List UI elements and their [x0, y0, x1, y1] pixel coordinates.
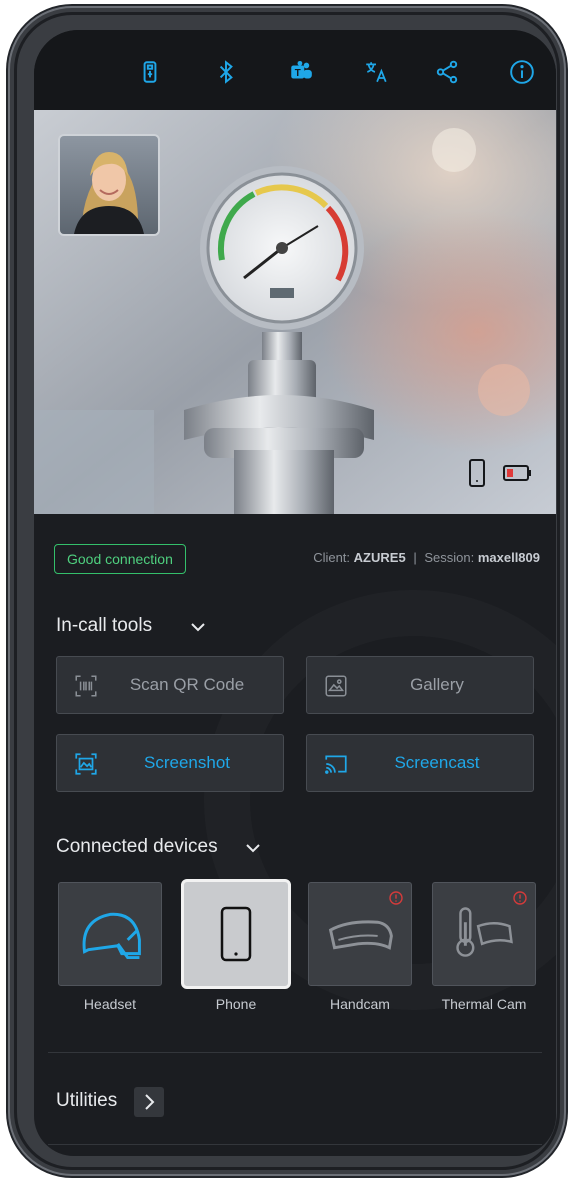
connected-devices-title: Connected devices — [56, 836, 218, 857]
screencast-label: Screencast — [394, 753, 480, 772]
screencast-icon — [325, 755, 347, 774]
scan-qr-code-label: Scan QR Code — [129, 675, 245, 694]
section-divider — [48, 1052, 542, 1053]
client-label: Client: — [313, 550, 351, 565]
device-phone[interactable] — [181, 879, 291, 989]
utilities-expand-button[interactable] — [134, 1087, 164, 1117]
chevron-down-icon[interactable] — [189, 618, 207, 636]
chevron-down-icon[interactable] — [244, 839, 262, 857]
usb-icon[interactable] — [136, 58, 164, 86]
screenshot-icon — [75, 753, 97, 775]
utilities-title[interactable]: Utilities — [56, 1090, 117, 1112]
session-label: Session: — [424, 550, 475, 565]
session-value: maxell809 — [477, 550, 540, 565]
device-thermal-cam[interactable] — [432, 882, 536, 986]
device-handcam[interactable] — [308, 882, 412, 986]
app-screen: T Good connection Client: AZURE5 | Sessi… — [34, 30, 556, 1156]
svg-text:T: T — [295, 68, 301, 79]
scan-qr-code-button[interactable]: Scan QR Code — [56, 656, 284, 714]
teams-icon[interactable]: T — [287, 58, 315, 86]
share-icon[interactable] — [433, 58, 461, 86]
alert-icon — [389, 891, 403, 905]
device-handcam-label: Handcam — [330, 996, 390, 1012]
device-thermal-cam-label: Thermal Cam — [441, 996, 527, 1012]
gallery-label: Gallery — [410, 675, 464, 694]
gallery-button[interactable]: Gallery — [306, 656, 534, 714]
top-toolbar: T — [34, 30, 556, 110]
client-value: AZURE5 — [353, 550, 406, 565]
screenshot-label: Screenshot — [144, 753, 230, 772]
connection-status-badge: Good connection — [54, 544, 186, 574]
session-separator: | — [413, 550, 417, 565]
alert-icon — [513, 891, 527, 905]
caller-avatar — [60, 136, 158, 234]
phone-icon — [220, 906, 252, 962]
section-divider — [48, 1144, 542, 1145]
bluetooth-icon[interactable] — [212, 58, 240, 86]
device-headset[interactable] — [58, 882, 162, 986]
chevron-right-icon — [145, 1094, 155, 1110]
qr-scan-icon — [75, 675, 97, 697]
screencast-button[interactable]: Screencast — [306, 734, 534, 792]
translate-icon[interactable] — [362, 58, 390, 86]
session-info: Client: AZURE5 | Session: maxell809 — [313, 550, 540, 565]
device-phone-label: Phone — [215, 996, 257, 1012]
info-icon[interactable] — [508, 58, 536, 86]
device-headset-label: Headset — [83, 996, 137, 1012]
video-feed[interactable] — [34, 110, 556, 514]
in-call-tools-title: In-call tools — [56, 615, 153, 636]
headset-icon — [82, 912, 141, 960]
caller-pip-thumbnail[interactable] — [58, 134, 160, 236]
screenshot-button[interactable]: Screenshot — [56, 734, 284, 792]
gallery-icon — [325, 675, 347, 697]
